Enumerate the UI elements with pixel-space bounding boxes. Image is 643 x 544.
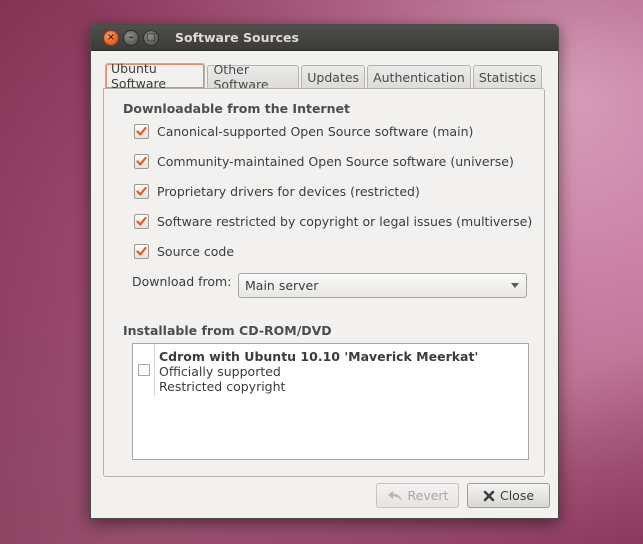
checkmark-icon [136, 246, 147, 256]
revert-icon [387, 490, 403, 502]
source-code-checkbox[interactable] [134, 244, 149, 259]
window-title: Software Sources [175, 30, 299, 45]
tab-statistics[interactable]: Statistics [472, 65, 542, 88]
checkmark-icon [136, 126, 147, 136]
download-server-select[interactable]: Main server [238, 273, 527, 298]
revert-label: Revert [407, 488, 449, 503]
tab-bar: Ubuntu Software Other Software Updates A… [105, 61, 544, 92]
list-item [133, 344, 155, 396]
software-sources-window: × – □ Software Sources Ubuntu Software O… [90, 24, 559, 519]
tab-authentication[interactable]: Authentication [367, 65, 471, 88]
cdrom-item-text[interactable]: Cdrom with Ubuntu 10.10 'Maverick Meerka… [159, 349, 478, 394]
checkmark-icon [136, 156, 147, 166]
internet-section-heading: Downloadable from the Internet [123, 101, 350, 116]
option-multiverse-label: Software restricted by copyright or lega… [157, 214, 533, 229]
option-source-code-label: Source code [157, 244, 235, 259]
close-icon [483, 490, 495, 502]
option-main-label: Canonical-supported Open Source software… [157, 124, 474, 139]
window-minimize-icon[interactable]: – [123, 29, 139, 46]
main-checkbox[interactable] [134, 124, 149, 139]
checkmark-icon [136, 216, 147, 226]
chevron-down-icon [511, 283, 519, 288]
cdrom-section-heading: Installable from CD-ROM/DVD [123, 323, 332, 338]
revert-button[interactable]: Revert [376, 483, 459, 508]
option-restricted[interactable]: Proprietary drivers for devices (restric… [134, 184, 420, 199]
window-maximize-icon[interactable]: □ [143, 29, 159, 46]
option-source-code[interactable]: Source code [134, 244, 234, 259]
restricted-checkbox[interactable] [134, 184, 149, 199]
download-from-label: Download from: [132, 274, 232, 289]
cdrom-list[interactable]: Cdrom with Ubuntu 10.10 'Maverick Meerka… [132, 343, 529, 460]
option-main[interactable]: Canonical-supported Open Source software… [134, 124, 473, 139]
tab-other-software[interactable]: Other Software [207, 62, 300, 92]
option-universe[interactable]: Community-maintained Open Source softwar… [134, 154, 514, 169]
checkmark-icon [136, 186, 147, 196]
close-label: Close [499, 488, 535, 503]
multiverse-checkbox[interactable] [134, 214, 149, 229]
ubuntu-software-page: Downloadable from the Internet Canonical… [103, 88, 545, 477]
cdrom-name: Cdrom with Ubuntu 10.10 'Maverick Meerka… [159, 349, 479, 364]
window-close-icon[interactable]: × [103, 29, 119, 46]
tab-updates[interactable]: Updates [301, 65, 366, 88]
option-multiverse[interactable]: Software restricted by copyright or lega… [134, 214, 532, 229]
option-universe-label: Community-maintained Open Source softwar… [157, 154, 514, 169]
download-server-value: Main server [245, 278, 319, 293]
download-from-row: Download from: [132, 274, 231, 289]
cdrom-support-line: Officially supported [159, 364, 281, 379]
universe-checkbox[interactable] [134, 154, 149, 169]
tab-notebook: Ubuntu Software Other Software Updates A… [103, 61, 545, 477]
tab-ubuntu-software[interactable]: Ubuntu Software [105, 61, 206, 91]
cdrom-copyright-line: Restricted copyright [159, 379, 286, 394]
close-button[interactable]: Close [467, 483, 550, 508]
cdrom-checkbox[interactable] [138, 364, 150, 376]
option-restricted-label: Proprietary drivers for devices (restric… [157, 184, 420, 199]
window-titlebar[interactable]: × – □ Software Sources [91, 25, 558, 51]
